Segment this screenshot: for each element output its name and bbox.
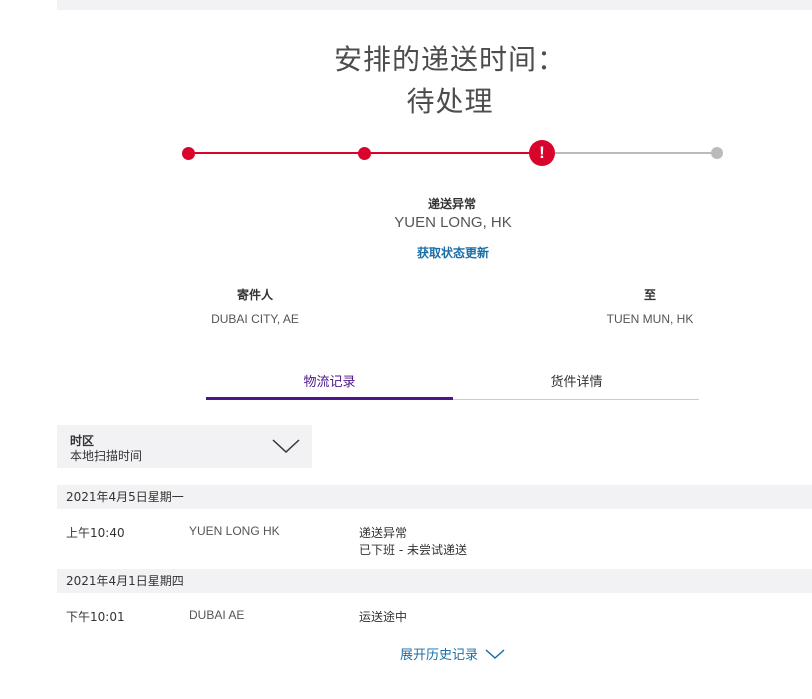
exclamation-icon: ! xyxy=(539,143,545,162)
tab-shipment-details[interactable]: 货件详情 xyxy=(453,372,700,400)
event-detail: 已下班 - 未尝试递送 xyxy=(359,543,467,557)
expand-history-label: 展开历史记录 xyxy=(400,648,479,663)
tab-travel-history[interactable]: 物流记录 xyxy=(206,372,453,400)
event-description: 递送异常 xyxy=(359,526,408,540)
progress-tracker: ! xyxy=(0,0,812,180)
event-time: 上午10:40 xyxy=(66,526,125,540)
recipient-location: TUEN MUN, HK xyxy=(606,312,694,326)
history-date-header: 2021年4月1日星期四 xyxy=(57,569,812,593)
event-location: DUBAI AE xyxy=(189,608,245,622)
status-location: YUEN LONG, HK xyxy=(394,214,512,231)
chevron-down-icon xyxy=(272,439,300,454)
sender-label: 寄件人 xyxy=(236,288,273,302)
timezone-value: 本地扫描时间 xyxy=(70,449,143,463)
expand-history-link[interactable]: 展开历史记录 xyxy=(400,644,505,663)
get-status-updates-link[interactable]: 获取状态更新 xyxy=(0,244,812,261)
event-time: 下午10:01 xyxy=(66,610,125,624)
progress-step-2 xyxy=(358,147,371,160)
recipient-label: 至 xyxy=(643,288,656,302)
event-description: 运送途中 xyxy=(359,610,408,624)
progress-segment-3 xyxy=(542,152,717,154)
tab-bar: 物流记录 货件详情 xyxy=(206,372,699,400)
timezone-dropdown[interactable]: 时区 本地扫描时间 xyxy=(57,425,312,468)
history-event-row: 上午10:40 YUEN LONG HK 递送异常 已下班 - 未尝试递送 xyxy=(57,524,812,560)
history-date-header: 2021年4月5日星期一 xyxy=(57,485,812,509)
status-label: 递送异常 xyxy=(427,197,476,211)
progress-segment-2 xyxy=(364,152,542,154)
event-location: YUEN LONG HK xyxy=(189,524,280,538)
history-event-row: 下午10:01 DUBAI AE 运送途中 xyxy=(57,608,812,626)
progress-step-4 xyxy=(711,147,723,159)
sender-location: DUBAI CITY, AE xyxy=(211,312,299,326)
progress-step-1 xyxy=(182,147,195,160)
chevron-down-icon xyxy=(485,649,505,660)
progress-step-exception: ! xyxy=(529,140,555,166)
progress-segment-1 xyxy=(188,152,364,154)
